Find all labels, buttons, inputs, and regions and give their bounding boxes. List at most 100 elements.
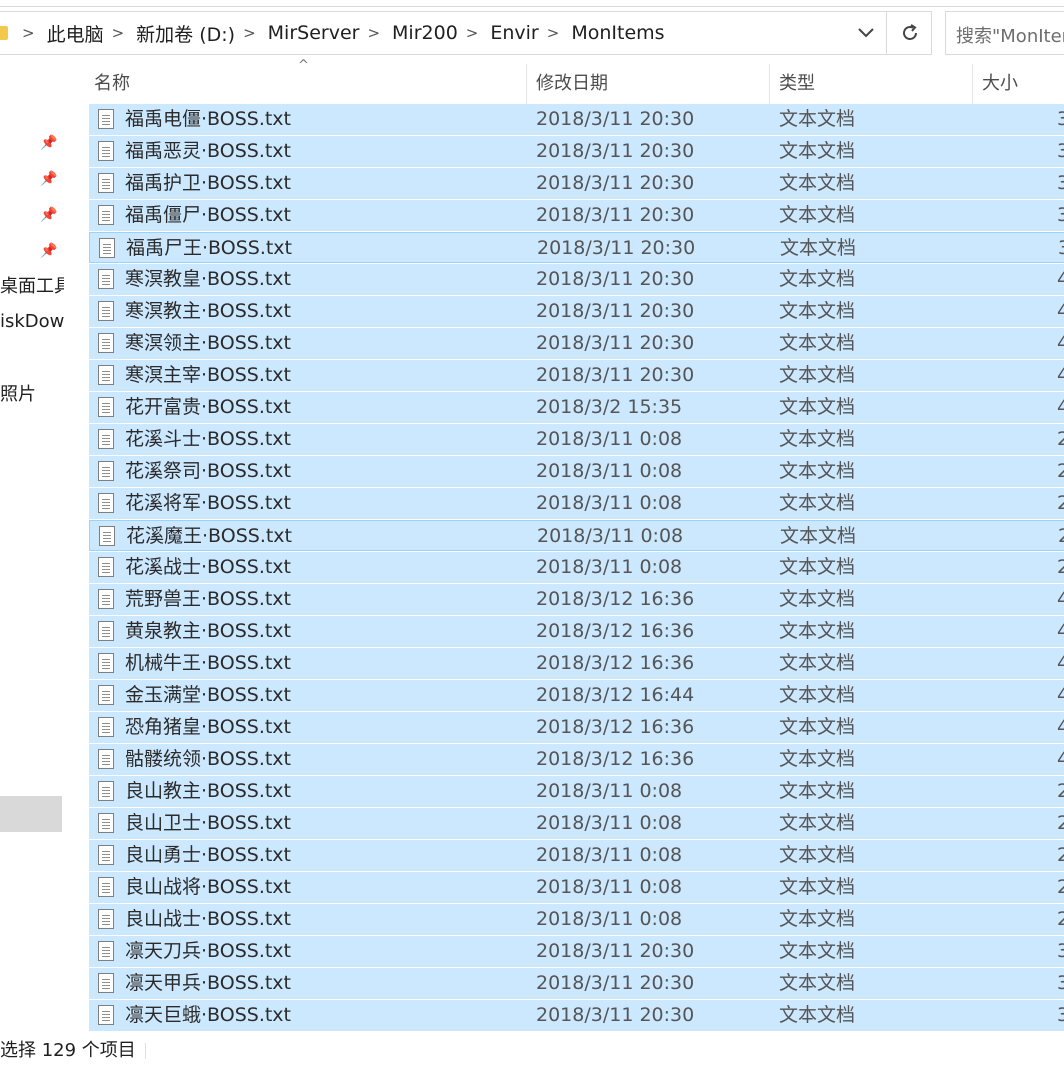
pane-divider[interactable] xyxy=(64,62,65,1032)
table-row[interactable]: 福禹尸王·BOSS.txt 2018/3/11 20:30 文本文档 3 xyxy=(89,232,1064,263)
file-name[interactable]: 花开富贵·BOSS.txt xyxy=(125,392,291,423)
table-row[interactable]: 良山战将·BOSS.txt 2018/3/11 0:08 文本文档 2 xyxy=(89,872,1064,903)
file-name[interactable]: 凛天甲兵·BOSS.txt xyxy=(125,968,291,999)
file-name[interactable]: 荒野兽王·BOSS.txt xyxy=(125,584,291,615)
column-header: ^ 名称 修改日期 类型 大小 xyxy=(90,58,1064,104)
table-row[interactable]: 良山教主·BOSS.txt 2018/3/11 0:08 文本文档 2 xyxy=(89,776,1064,807)
table-row[interactable]: 花开富贵·BOSS.txt 2018/3/2 15:35 文本文档 4 xyxy=(89,392,1064,423)
text-file-icon xyxy=(98,845,114,865)
file-name[interactable]: 凛天刀兵·BOSS.txt xyxy=(125,936,291,967)
nav-item-diskdown[interactable]: iskDown xyxy=(0,307,64,337)
file-name[interactable]: 凛天巨蛾·BOSS.txt xyxy=(125,1000,291,1031)
chevron-right-icon[interactable]: > xyxy=(466,24,479,42)
table-row[interactable]: 黄泉教主·BOSS.txt 2018/3/12 16:36 文本文档 4 xyxy=(89,616,1064,647)
file-name[interactable]: 良山卫士·BOSS.txt xyxy=(125,808,291,839)
column-header-type[interactable]: 类型 xyxy=(775,64,975,104)
breadcrumb-item-drive-d[interactable]: 新加卷 (D:) xyxy=(136,20,235,47)
file-name[interactable]: 花溪战士·BOSS.txt xyxy=(125,552,291,583)
table-row[interactable]: 福禹电僵·BOSS.txt 2018/3/11 20:30 文本文档 3 xyxy=(89,104,1064,135)
file-size: 4 xyxy=(1057,620,1064,642)
table-row[interactable]: 福禹僵尸·BOSS.txt 2018/3/11 20:30 文本文档 3 xyxy=(89,200,1064,231)
history-dropdown-button[interactable] xyxy=(846,12,886,54)
table-row[interactable]: 良山卫士·BOSS.txt 2018/3/11 0:08 文本文档 2 xyxy=(89,808,1064,839)
file-list: 福禹电僵·BOSS.txt 2018/3/11 20:30 文本文档 3 福禹恶灵·BO… xyxy=(89,104,1064,1032)
file-name[interactable]: 良山教主·BOSS.txt xyxy=(125,776,291,807)
chevron-right-icon[interactable]: > xyxy=(112,24,125,42)
text-file-icon xyxy=(98,973,114,993)
table-row[interactable]: 寒溟主宰·BOSS.txt 2018/3/11 20:30 文本文档 4 xyxy=(89,360,1064,391)
table-row[interactable]: 花溪祭司·BOSS.txt 2018/3/11 0:08 文本文档 2 xyxy=(89,456,1064,487)
pin-icon[interactable]: 📌 xyxy=(40,242,57,260)
table-row[interactable]: 凛天刀兵·BOSS.txt 2018/3/11 20:30 文本文档 3 xyxy=(89,936,1064,967)
table-row[interactable]: 寒溟领主·BOSS.txt 2018/3/11 20:30 文本文档 4 xyxy=(89,328,1064,359)
file-name[interactable]: 金玉满堂·BOSS.txt xyxy=(125,680,291,711)
pin-icon[interactable]: 📌 xyxy=(40,134,57,152)
file-name[interactable]: 黄泉教主·BOSS.txt xyxy=(125,616,291,647)
breadcrumb-item-mir200[interactable]: Mir200 xyxy=(392,22,458,44)
table-row[interactable]: 良山勇士·BOSS.txt 2018/3/11 0:08 文本文档 2 xyxy=(89,840,1064,871)
column-header-name[interactable]: 名称 xyxy=(90,64,526,104)
chevron-right-icon[interactable]: > xyxy=(547,24,560,42)
file-name[interactable]: 寒溟教皇·BOSS.txt xyxy=(125,264,291,295)
table-row[interactable]: 寒溟教皇·BOSS.txt 2018/3/11 20:30 文本文档 4 xyxy=(89,264,1064,295)
table-row[interactable]: 花溪魔王·BOSS.txt 2018/3/11 0:08 文本文档 2 xyxy=(89,520,1064,551)
file-date: 2018/3/11 20:30 xyxy=(536,172,695,194)
table-row[interactable]: 机械牛王·BOSS.txt 2018/3/12 16:36 文本文档 4 xyxy=(89,648,1064,679)
file-name[interactable]: 骷髅统领·BOSS.txt xyxy=(125,744,291,775)
file-name[interactable]: 寒溟主宰·BOSS.txt xyxy=(125,360,291,391)
pin-icon[interactable]: 📌 xyxy=(40,170,57,188)
column-header-date[interactable]: 修改日期 xyxy=(532,64,772,104)
file-name[interactable]: 花溪斗士·BOSS.txt xyxy=(125,424,291,455)
column-resize-handle[interactable] xyxy=(972,64,973,104)
table-row[interactable]: 花溪战士·BOSS.txt 2018/3/11 0:08 文本文档 2 xyxy=(89,552,1064,583)
file-name[interactable]: 寒溟领主·BOSS.txt xyxy=(125,328,291,359)
file-date: 2018/3/11 20:30 xyxy=(536,972,695,994)
file-name[interactable]: 花溪魔王·BOSS.txt xyxy=(126,521,292,552)
file-name[interactable]: 福禹护卫·BOSS.txt xyxy=(125,168,291,199)
file-name[interactable]: 恐角猪皇·BOSS.txt xyxy=(125,712,291,743)
address-bar[interactable]: > 此电脑 > 新加卷 (D:) > MirServer > Mir200 > … xyxy=(0,11,932,55)
table-row[interactable]: 荒野兽王·BOSS.txt 2018/3/12 16:36 文本文档 4 xyxy=(89,584,1064,615)
nav-item-selected[interactable] xyxy=(0,796,62,832)
file-name[interactable]: 福禹僵尸·BOSS.txt xyxy=(125,200,291,231)
refresh-button[interactable] xyxy=(886,12,933,54)
table-row[interactable]: 花溪斗士·BOSS.txt 2018/3/11 0:08 文本文档 2 xyxy=(89,424,1064,455)
table-row[interactable]: 骷髅统领·BOSS.txt 2018/3/12 16:36 文本文档 4 xyxy=(89,744,1064,775)
breadcrumb-item-mirserver[interactable]: MirServer xyxy=(268,22,360,44)
file-size: 3 xyxy=(1057,172,1064,194)
file-name[interactable]: 花溪祭司·BOSS.txt xyxy=(125,456,291,487)
pin-icon[interactable]: 📌 xyxy=(40,206,57,224)
breadcrumb-item-monitems[interactable]: MonItems xyxy=(571,22,664,44)
file-name[interactable]: 良山战将·BOSS.txt xyxy=(125,872,291,903)
file-size: 2 xyxy=(1057,876,1064,898)
file-name[interactable]: 花溪将军·BOSS.txt xyxy=(125,488,291,519)
table-row[interactable]: 金玉满堂·BOSS.txt 2018/3/12 16:44 文本文档 4 xyxy=(89,680,1064,711)
file-name[interactable]: 福禹恶灵·BOSS.txt xyxy=(125,136,291,167)
table-row[interactable]: 凛天甲兵·BOSS.txt 2018/3/11 20:30 文本文档 3 xyxy=(89,968,1064,999)
table-row[interactable]: 福禹护卫·BOSS.txt 2018/3/11 20:30 文本文档 3 xyxy=(89,168,1064,199)
search-input[interactable]: 搜索"MonItems" xyxy=(945,11,1064,55)
table-row[interactable]: 寒溟教主·BOSS.txt 2018/3/11 20:30 文本文档 4 xyxy=(89,296,1064,327)
breadcrumb-item-envir[interactable]: Envir xyxy=(490,22,538,44)
file-name[interactable]: 良山战士·BOSS.txt xyxy=(125,904,291,935)
table-row[interactable]: 良山战士·BOSS.txt 2018/3/11 0:08 文本文档 2 xyxy=(89,904,1064,935)
column-resize-handle[interactable] xyxy=(526,64,527,104)
file-name[interactable]: 寒溟教主·BOSS.txt xyxy=(125,296,291,327)
table-row[interactable]: 凛天巨蛾·BOSS.txt 2018/3/11 20:30 文本文档 3 xyxy=(89,1000,1064,1031)
column-header-size[interactable]: 大小 xyxy=(978,64,1064,104)
table-row[interactable]: 恐角猪皇·BOSS.txt 2018/3/12 16:36 文本文档 4 xyxy=(89,712,1064,743)
file-name[interactable]: 机械牛王·BOSS.txt xyxy=(125,648,291,679)
chevron-right-icon[interactable]: > xyxy=(22,24,35,42)
file-name[interactable]: 良山勇士·BOSS.txt xyxy=(125,840,291,871)
column-resize-handle[interactable] xyxy=(769,64,770,104)
nav-item-photos[interactable]: 照片 xyxy=(0,380,64,410)
file-name[interactable]: 福禹尸王·BOSS.txt xyxy=(126,233,292,264)
nav-item-desktop-tools[interactable]: 桌面工具 xyxy=(0,272,64,302)
breadcrumb-item-this-pc[interactable]: 此电脑 xyxy=(47,20,104,47)
file-date: 2018/3/11 0:08 xyxy=(536,908,683,930)
table-row[interactable]: 福禹恶灵·BOSS.txt 2018/3/11 20:30 文本文档 3 xyxy=(89,136,1064,167)
chevron-right-icon[interactable]: > xyxy=(243,24,256,42)
file-name[interactable]: 福禹电僵·BOSS.txt xyxy=(125,104,291,135)
table-row[interactable]: 花溪将军·BOSS.txt 2018/3/11 0:08 文本文档 2 xyxy=(89,488,1064,519)
chevron-right-icon[interactable]: > xyxy=(367,24,380,42)
